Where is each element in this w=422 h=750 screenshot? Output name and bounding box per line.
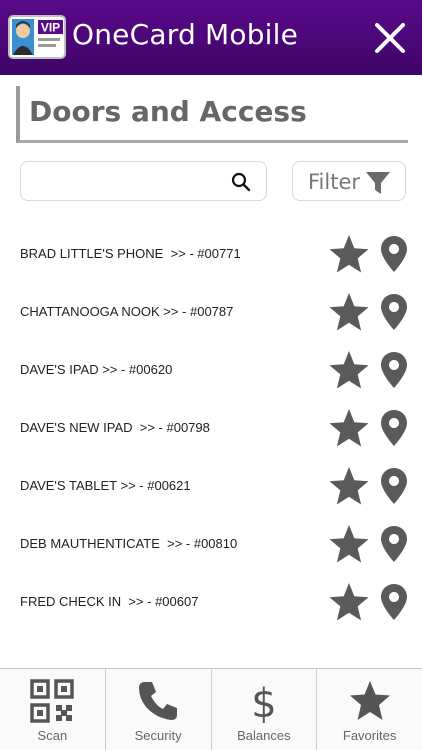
nav-label: Favorites (342, 728, 397, 743)
location-pin-icon[interactable] (380, 351, 408, 389)
door-list-item[interactable]: CHATTANOOGA NOOK >> - #00787 (0, 283, 422, 341)
door-label: BRAD LITTLE'S PHONE >> - #00771 (20, 246, 241, 261)
app-header: VIP OneCard Mobile (0, 0, 422, 75)
page-title-container: Doors and Access (16, 86, 408, 143)
location-pin-icon[interactable] (380, 235, 408, 273)
bottom-nav: Scan Security $ Balances Favorites (0, 668, 422, 750)
search-box (20, 161, 267, 201)
favorite-star-icon[interactable] (328, 408, 370, 448)
door-list-item[interactable]: BRAD LITTLE'S PHONE >> - #00771 (0, 225, 422, 283)
location-pin-icon[interactable] (380, 293, 408, 331)
favorite-star-icon[interactable] (328, 466, 370, 506)
favorite-star-icon[interactable] (328, 582, 370, 622)
door-label: DEB MAUTHENTICATE >> - #00810 (20, 536, 238, 551)
vip-card-logo-icon: VIP (8, 15, 66, 59)
location-pin-icon[interactable] (380, 583, 408, 621)
dollar-icon: $ (251, 681, 276, 723)
door-label: DAVE'S NEW IPAD >> - #00798 (20, 420, 210, 435)
filter-button[interactable]: Filter (292, 161, 406, 201)
nav-security[interactable]: Security (106, 669, 212, 750)
door-list: BRAD LITTLE'S PHONE >> - #00771 CHATTANOO… (0, 225, 422, 645)
door-label: CHATTANOOGA NOOK >> - #00787 (20, 304, 234, 319)
svg-text:VIP: VIP (41, 21, 60, 35)
nav-label: Security (134, 728, 182, 743)
qr-code-icon (30, 679, 75, 723)
page-title: Doors and Access (29, 95, 307, 128)
door-label: DAVE'S TABLET >> - #00621 (20, 478, 191, 493)
nav-label: Scan (37, 728, 68, 743)
door-list-item[interactable]: DAVE'S TABLET >> - #00621 (0, 457, 422, 515)
favorite-star-icon[interactable] (328, 524, 370, 564)
app-title: OneCard Mobile (72, 18, 299, 51)
nav-favorites[interactable]: Favorites (317, 669, 422, 750)
nav-scan[interactable]: Scan (0, 669, 106, 750)
phone-icon (139, 682, 178, 720)
location-pin-icon[interactable] (380, 467, 408, 505)
door-label: FRED CHECK IN >> - #00607 (20, 594, 199, 609)
search-icon[interactable] (231, 172, 251, 192)
location-pin-icon[interactable] (380, 525, 408, 563)
favorite-star-icon[interactable] (328, 292, 370, 332)
search-input[interactable] (29, 168, 224, 196)
door-list-item[interactable]: DAVE'S IPAD >> - #00620 (0, 341, 422, 399)
svg-text:$: $ (251, 681, 276, 723)
funnel-icon (366, 172, 390, 194)
filter-label: Filter (308, 170, 361, 194)
door-list-item[interactable]: DAVE'S NEW IPAD >> - #00798 (0, 399, 422, 457)
door-list-item[interactable]: FRED CHECK IN >> - #00607 (0, 573, 422, 631)
star-icon (349, 681, 390, 720)
favorite-star-icon[interactable] (328, 234, 370, 274)
door-label: DAVE'S IPAD >> - #00620 (20, 362, 173, 377)
location-pin-icon[interactable] (380, 409, 408, 447)
nav-label: Balances (237, 728, 291, 743)
favorite-star-icon[interactable] (328, 350, 370, 390)
nav-balances[interactable]: $ Balances (212, 669, 318, 750)
close-icon[interactable] (374, 22, 406, 54)
door-list-item[interactable]: DEB MAUTHENTICATE >> - #00810 (0, 515, 422, 573)
